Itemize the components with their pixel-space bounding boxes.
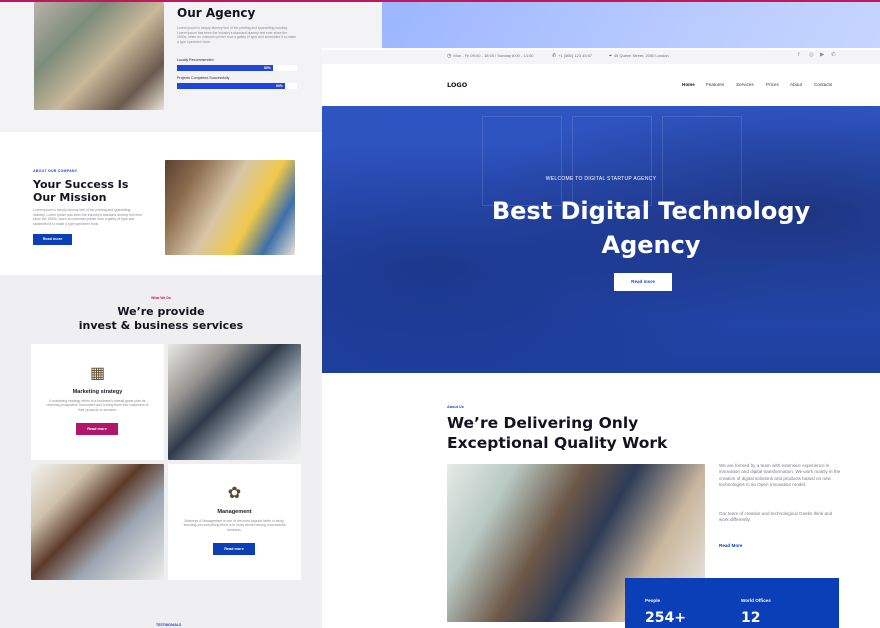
nav-about[interactable]: About (790, 82, 802, 87)
mission-title: Your Success Is Our Mission (33, 178, 129, 204)
phone-info[interactable]: ✆ +1 (560) 123 45 67 (552, 53, 592, 59)
nav-features[interactable]: Features (706, 82, 724, 87)
marketing-card-title: Marketing strategy (72, 389, 123, 395)
hero-window-decor (662, 116, 742, 206)
about-title-line1: We’re Delivering Only (447, 414, 639, 432)
office-team-photo (31, 464, 164, 580)
hours-text: Mon - Fri 09:00 - 18:00 / Sunday 8:00 - … (453, 53, 534, 58)
progress-bar: 90% (177, 83, 297, 89)
hero-title: Best Digital Technology Agency (491, 197, 811, 259)
about-title-line2: Exceptional Quality Work (447, 434, 668, 452)
top-banner-strip (382, 2, 880, 48)
services-title-line1: We’re provide (117, 305, 205, 318)
right-column: ◷ Mon - Fri 09:00 - 18:00 / Sunday 8:00 -… (322, 2, 880, 628)
about-paragraph-1: We are formed by a team with extensive e… (719, 463, 841, 488)
stat-value: 12 (741, 610, 761, 626)
whatsapp-icon[interactable]: ✆ (831, 52, 836, 58)
management-card-title: Management (217, 509, 252, 515)
main-navbar: LOGO Home Features Services Prices About… (322, 66, 880, 104)
stat-label: People (645, 598, 661, 603)
about-read-more-link[interactable]: Read More (719, 543, 743, 548)
nav-contacts[interactable]: Contacts (814, 82, 832, 87)
progress-percent: 80% (264, 66, 271, 70)
students-photo (165, 160, 295, 255)
progress-label: Locally Recommended (177, 58, 214, 62)
instagram-icon[interactable]: ◎ (809, 52, 814, 58)
hero-window-decor (482, 116, 562, 206)
progress-fill (177, 83, 285, 89)
hero-read-more-button[interactable]: Read more (614, 273, 672, 291)
nav-prices[interactable]: Prices (766, 82, 779, 87)
address-text: 45 Queen Street, 2050 London (613, 53, 669, 58)
mission-kicker: ABOUT OUR COMPANY (33, 169, 78, 173)
mission-paragraph: Lorem ipsum is simply dummy text of the … (33, 208, 143, 226)
marketing-card: ▦ Marketing strategy A marketing strateg… (31, 344, 164, 460)
hero-banner: WELCOME TO DIGITAL STARTUP AGENCY Best D… (322, 106, 880, 373)
management-read-more-button[interactable]: Read more (213, 543, 255, 555)
hero-window-decor (572, 116, 652, 206)
agency-paragraph: Lorem ipsum is simply dummy text of the … (177, 26, 296, 44)
services-kicker: What We Do (151, 296, 171, 300)
hero-kicker: WELCOME TO DIGITAL STARTUP AGENCY (545, 176, 657, 182)
info-bar: ◷ Mon - Fri 09:00 - 18:00 / Sunday 8:00 -… (322, 50, 880, 64)
business-meeting-photo (168, 344, 301, 460)
services-title: We’re provide invest & business services (0, 305, 322, 333)
stat-label: World Offices (741, 598, 771, 603)
management-card: ✿ Management Business & Management is on… (168, 464, 301, 580)
agency-title: Our Agency (177, 6, 256, 20)
hours-info: ◷ Mon - Fri 09:00 - 18:00 / Sunday 8:00 -… (447, 53, 533, 59)
management-icon: ✿ (227, 485, 242, 502)
marketing-card-text: A marketing strategy refers to a busines… (46, 399, 149, 412)
management-card-text: Business & Management is one of the most… (183, 519, 286, 532)
stats-box: People 254+ World Offices 12 (625, 578, 839, 628)
progress-fill (177, 65, 273, 71)
about-kicker: About Us (447, 405, 464, 409)
facebook-icon[interactable]: f (798, 52, 800, 58)
progress-bar: 80% (177, 65, 297, 71)
address-info: ⌖ 45 Queen Street, 2050 London (609, 53, 669, 59)
testimonials-kicker: TESTIMONIALS (156, 623, 182, 627)
services-title-line2: invest & business services (78, 319, 244, 332)
logo[interactable]: LOGO (447, 81, 467, 89)
location-pin-icon: ⌖ (609, 53, 612, 59)
marketing-icon: ▦ (89, 365, 106, 382)
phone-text: +1 (560) 123 45 67 (558, 53, 593, 58)
about-title: We’re Delivering Only Exceptional Qualit… (447, 413, 707, 453)
left-column: Our Agency Lorem ipsum is simply dummy t… (0, 2, 322, 628)
services-section: What We Do We’re provide invest & busine… (0, 275, 322, 628)
marketing-read-more-button[interactable]: Read more (76, 423, 118, 435)
mission-section: ABOUT OUR COMPANY Your Success Is Our Mi… (0, 132, 322, 275)
youtube-icon[interactable]: ▶ (820, 52, 824, 58)
agency-section: Our Agency Lorem ipsum is simply dummy t… (0, 2, 322, 132)
stat-value: 254+ (645, 610, 686, 626)
mission-read-more-button[interactable]: Read more (33, 234, 72, 245)
nav-services[interactable]: Services (736, 82, 754, 87)
team-photo (34, 2, 164, 110)
about-paragraph-2: Our team of creative and technological G… (719, 511, 833, 523)
progress-label: Projects Completed Successfully (177, 76, 230, 80)
nav-home[interactable]: Home (682, 82, 695, 87)
progress-percent: 90% (276, 84, 283, 88)
clock-icon: ◷ (447, 53, 452, 59)
top-strip-left (322, 2, 382, 48)
phone-icon: ✆ (552, 53, 557, 59)
